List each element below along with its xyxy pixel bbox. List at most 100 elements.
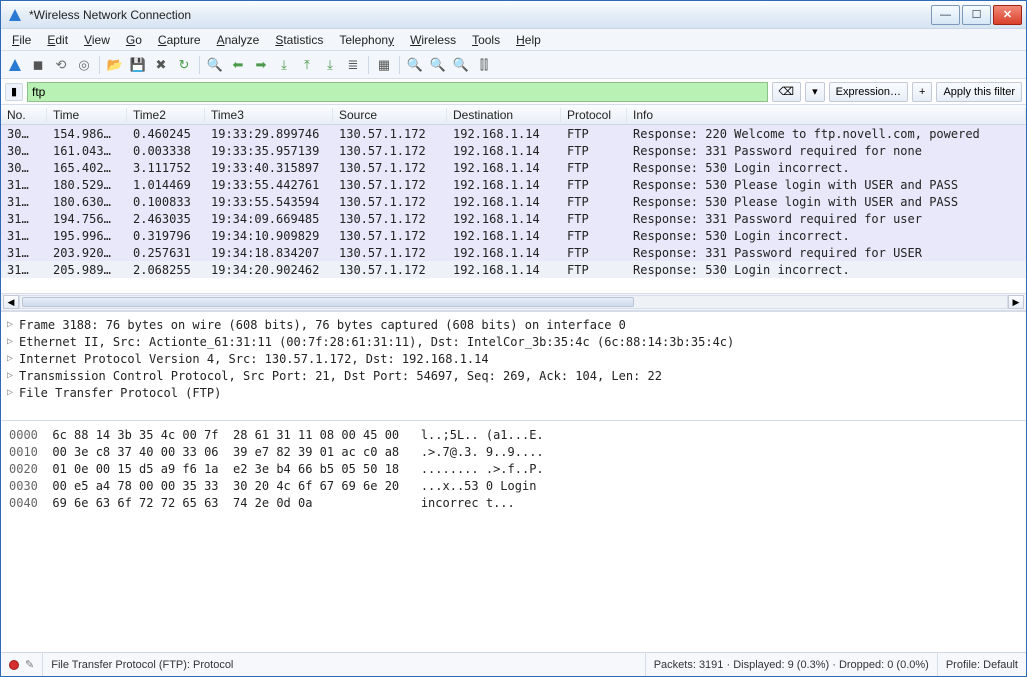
cell-src: 130.57.1.172 xyxy=(333,229,447,243)
tree-row[interactable]: ▷File Transfer Protocol (FTP) xyxy=(7,384,1020,401)
expression-button[interactable]: Expression… xyxy=(829,82,908,102)
packet-row[interactable]: 31…205.989…2.06825519:34:20.902462130.57… xyxy=(1,261,1026,278)
cell-time: 194.756… xyxy=(47,212,127,226)
close-button[interactable]: ✕ xyxy=(993,5,1022,25)
find-icon[interactable]: 🔍 xyxy=(205,55,225,75)
col-no[interactable]: No. xyxy=(1,108,47,122)
cell-src: 130.57.1.172 xyxy=(333,161,447,175)
menu-wireless[interactable]: Wireless xyxy=(403,31,463,49)
scroll-track[interactable] xyxy=(19,295,1008,309)
restart-capture-icon[interactable]: ⟲ xyxy=(51,55,71,75)
toolbar: ◼ ⟲ ◎ 📂 💾 ✖ ↻ 🔍 ⬅ ➡ ⤓ ⤒ ⤓ ≣ ▦ 🔍 🔍 🔍 ⫿⫿ xyxy=(1,51,1026,79)
close-file-icon[interactable]: ✖ xyxy=(151,55,171,75)
window-title: *Wireless Network Connection xyxy=(29,8,191,22)
zoom-in-icon[interactable]: 🔍 xyxy=(405,55,425,75)
packet-bytes-hex[interactable]: 0000 6c 88 14 3b 35 4c 00 7f 28 61 31 11… xyxy=(1,421,1026,652)
cell-time: 165.402… xyxy=(47,161,127,175)
cell-time2: 0.257631 xyxy=(127,246,205,260)
packet-details-tree[interactable]: ▷Frame 3188: 76 bytes on wire (608 bits)… xyxy=(1,311,1026,421)
display-filter-input[interactable] xyxy=(27,82,768,102)
tree-row[interactable]: ▷Frame 3188: 76 bytes on wire (608 bits)… xyxy=(7,316,1020,333)
menu-go[interactable]: Go xyxy=(119,31,149,49)
minimize-button[interactable]: — xyxy=(931,5,960,25)
open-file-icon[interactable]: 📂 xyxy=(105,55,125,75)
menu-tools[interactable]: Tools xyxy=(465,31,507,49)
cell-time: 195.996… xyxy=(47,229,127,243)
menu-help[interactable]: Help xyxy=(509,31,548,49)
menu-view[interactable]: View xyxy=(77,31,117,49)
zoom-reset-icon[interactable]: 🔍 xyxy=(451,55,471,75)
col-protocol[interactable]: Protocol xyxy=(561,108,627,122)
expert-info-icon[interactable]: ✎ xyxy=(25,658,34,671)
status-profile[interactable]: Profile: Default xyxy=(938,653,1026,676)
menu-telephony[interactable]: Telephony xyxy=(332,31,401,49)
go-back-icon[interactable]: ⬅ xyxy=(228,55,248,75)
zoom-out-icon[interactable]: 🔍 xyxy=(428,55,448,75)
hex-offset: 0010 xyxy=(9,445,38,459)
col-time[interactable]: Time xyxy=(47,108,127,122)
packet-row[interactable]: 31…194.756…2.46303519:34:09.669485130.57… xyxy=(1,210,1026,227)
expand-caret-icon[interactable]: ▷ xyxy=(7,319,19,330)
cell-time2: 0.100833 xyxy=(127,195,205,209)
scroll-thumb[interactable] xyxy=(22,297,634,307)
expand-caret-icon[interactable]: ▷ xyxy=(7,336,19,347)
status-capture-indicator[interactable]: ✎ xyxy=(1,653,43,676)
cell-no: 30… xyxy=(1,127,47,141)
autoscroll-icon[interactable]: ≣ xyxy=(343,55,363,75)
packet-list-header[interactable]: No. Time Time2 Time3 Source Destination … xyxy=(1,105,1026,125)
maximize-button[interactable]: ☐ xyxy=(962,5,991,25)
col-info[interactable]: Info xyxy=(627,108,1026,122)
go-to-packet-icon[interactable]: ⤓ xyxy=(274,55,294,75)
col-time2[interactable]: Time2 xyxy=(127,108,205,122)
expand-caret-icon[interactable]: ▷ xyxy=(7,353,19,364)
col-source[interactable]: Source xyxy=(333,108,447,122)
cell-time2: 3.111752 xyxy=(127,161,205,175)
titlebar[interactable]: *Wireless Network Connection — ☐ ✕ xyxy=(1,1,1026,29)
go-forward-icon[interactable]: ➡ xyxy=(251,55,271,75)
stop-capture-icon[interactable]: ◼ xyxy=(28,55,48,75)
menu-capture[interactable]: Capture xyxy=(151,31,208,49)
packet-row[interactable]: 31…203.920…0.25763119:34:18.834207130.57… xyxy=(1,244,1026,261)
bookmark-filter-icon[interactable]: ▮ xyxy=(5,83,23,101)
hex-ascii: .>.7@.3. 9..9.... xyxy=(421,445,544,459)
add-filter-button[interactable]: + xyxy=(912,82,932,102)
filter-history-dropdown[interactable]: ▾ xyxy=(805,82,825,102)
packet-row[interactable]: 31…180.529…1.01446919:33:55.442761130.57… xyxy=(1,176,1026,193)
hex-bytes: 00 e5 a4 78 00 00 35 33 30 20 4c 6f 67 6… xyxy=(52,479,399,493)
save-icon[interactable]: 💾 xyxy=(128,55,148,75)
packet-row[interactable]: 30…161.043…0.00333819:33:35.957139130.57… xyxy=(1,142,1026,159)
scroll-left-icon[interactable]: ◀ xyxy=(3,295,19,309)
packet-row[interactable]: 30…165.402…3.11175219:33:40.315897130.57… xyxy=(1,159,1026,176)
tree-row[interactable]: ▷Internet Protocol Version 4, Src: 130.5… xyxy=(7,350,1020,367)
scroll-right-icon[interactable]: ▶ xyxy=(1008,295,1024,309)
col-destination[interactable]: Destination xyxy=(447,108,561,122)
menu-file[interactable]: File xyxy=(5,31,38,49)
expand-caret-icon[interactable]: ▷ xyxy=(7,387,19,398)
menu-analyze[interactable]: Analyze xyxy=(210,31,267,49)
reload-icon[interactable]: ↻ xyxy=(174,55,194,75)
packet-row[interactable]: 31…180.630…0.10083319:33:55.543594130.57… xyxy=(1,193,1026,210)
tree-row[interactable]: ▷Transmission Control Protocol, Src Port… xyxy=(7,367,1020,384)
wireshark-fin-icon[interactable] xyxy=(5,55,25,75)
colorize-icon[interactable]: ▦ xyxy=(374,55,394,75)
separator xyxy=(99,56,100,74)
last-packet-icon[interactable]: ⤓ xyxy=(320,55,340,75)
first-packet-icon[interactable]: ⤒ xyxy=(297,55,317,75)
capture-options-icon[interactable]: ◎ xyxy=(74,55,94,75)
clear-filter-button[interactable]: ⌫ xyxy=(772,82,802,102)
cell-src: 130.57.1.172 xyxy=(333,246,447,260)
menu-edit[interactable]: Edit xyxy=(40,31,75,49)
record-dot-icon xyxy=(9,660,19,670)
col-time3[interactable]: Time3 xyxy=(205,108,333,122)
cell-time2: 2.068255 xyxy=(127,263,205,277)
packet-row[interactable]: 30…154.986…0.46024519:33:29.899746130.57… xyxy=(1,125,1026,142)
packet-row[interactable]: 31…195.996…0.31979619:34:10.909829130.57… xyxy=(1,227,1026,244)
menu-statistics[interactable]: Statistics xyxy=(268,31,330,49)
expand-caret-icon[interactable]: ▷ xyxy=(7,370,19,381)
apply-filter-button[interactable]: Apply this filter xyxy=(936,82,1022,102)
cell-time: 180.630… xyxy=(47,195,127,209)
cell-proto: FTP xyxy=(561,263,627,277)
resize-columns-icon[interactable]: ⫿⫿ xyxy=(474,55,494,75)
tree-row[interactable]: ▷Ethernet II, Src: Actionte_61:31:11 (00… xyxy=(7,333,1020,350)
packet-list-hscroll[interactable]: ◀ ▶ xyxy=(1,293,1026,311)
